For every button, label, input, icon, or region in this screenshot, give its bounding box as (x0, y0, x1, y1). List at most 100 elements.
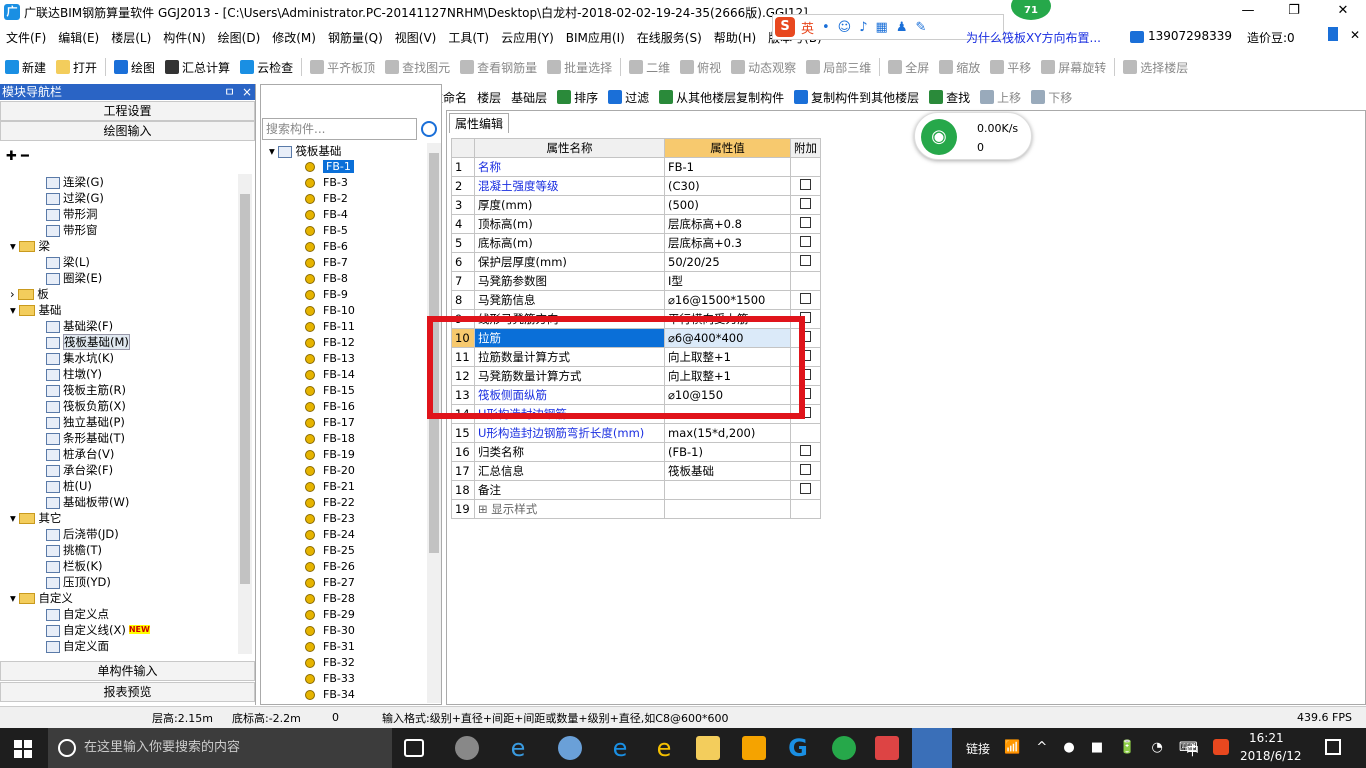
notes-icon[interactable] (742, 736, 766, 760)
component-list-item[interactable]: FB-30 (261, 623, 429, 639)
toolbar-button-8[interactable]: 批量选择 (542, 56, 617, 78)
fan-app-icon[interactable] (455, 736, 479, 760)
property-value[interactable]: (C30) (664, 176, 791, 196)
component-list-item[interactable]: FB-24 (261, 527, 429, 543)
chevron-down-icon[interactable]: ▾ (10, 591, 19, 605)
add-checkbox[interactable] (800, 464, 811, 475)
property-name[interactable]: 厚度(mm) (474, 195, 665, 215)
tree-item[interactable]: 挑檐(T) (0, 542, 238, 558)
tree-item[interactable]: 栏板(K) (0, 558, 238, 574)
chevron-down-icon[interactable]: ▾ (10, 303, 19, 317)
property-name[interactable]: 马凳筋信息 (474, 290, 665, 310)
panel-close-icon[interactable]: × (242, 84, 252, 100)
expand-collapse-tools[interactable]: ✚ ━ (0, 141, 255, 171)
property-name[interactable]: 备注 (474, 480, 665, 500)
menu-item-8[interactable]: 工具(T) (442, 29, 495, 46)
property-row[interactable]: 18 备注 (451, 480, 821, 500)
menu-item-1[interactable]: 编辑(E) (52, 29, 105, 46)
ime-mode[interactable]: 英 (801, 18, 814, 37)
menu-extra-icon[interactable] (1328, 27, 1338, 41)
component-toolbar-button-9[interactable]: 复制构件到其他楼层 (789, 86, 924, 108)
property-row[interactable]: 8 马凳筋信息 ⌀16@1500*1500 (451, 290, 821, 310)
component-list-item[interactable]: FB-8 (261, 271, 429, 287)
search-icon[interactable] (421, 121, 437, 137)
tree-item[interactable]: 连梁(G) (0, 174, 238, 190)
tree-item[interactable]: ▾ 梁 (0, 238, 238, 254)
menu-item-9[interactable]: 云应用(Y) (495, 29, 560, 46)
tree-item[interactable]: 带形窗 (0, 222, 238, 238)
add-checkbox[interactable] (800, 483, 811, 494)
toolbar-button-13[interactable]: 全屏 (883, 56, 934, 78)
tree-item[interactable]: 条形基础(T) (0, 430, 238, 446)
component-list-item[interactable]: FB-10 (261, 303, 429, 319)
component-list-item[interactable]: FB-2 (261, 191, 429, 207)
tree-item[interactable]: ▾ 自定义 (0, 590, 238, 606)
toolbar-button-0[interactable]: 新建 (0, 56, 51, 78)
sogou-icon[interactable]: S (775, 17, 795, 37)
property-row[interactable]: 1 名称 FB-1 (451, 157, 821, 177)
property-value[interactable]: FB-1 (664, 157, 791, 177)
property-name[interactable]: 混凝土强度等级 (474, 176, 665, 196)
property-value[interactable]: (FB-1) (664, 442, 791, 462)
taskbar-search[interactable]: 在这里输入你要搜索的内容 (48, 728, 392, 768)
user-phone[interactable]: 13907298339 (1130, 29, 1232, 43)
menu-item-3[interactable]: 构件(N) (157, 29, 211, 46)
component-list-item[interactable]: FB-25 (261, 543, 429, 559)
tree-item[interactable]: 集水坑(K) (0, 350, 238, 366)
menu-item-4[interactable]: 绘图(D) (212, 29, 267, 46)
property-value[interactable]: 层底标高+0.3 (664, 233, 791, 253)
toolbar-button-9[interactable]: 二维 (624, 56, 675, 78)
toolbar-button-10[interactable]: 俯视 (675, 56, 726, 78)
property-row[interactable]: 2 混凝土强度等级 (C30) (451, 176, 821, 196)
toolbar-button-16[interactable]: 屏幕旋转 (1036, 56, 1111, 78)
component-list-item[interactable]: FB-26 (261, 559, 429, 575)
property-name[interactable]: 底标高(m) (474, 233, 665, 253)
toolbar-button-3[interactable]: 汇总计算 (160, 56, 235, 78)
component-list-item[interactable]: FB-4 (261, 207, 429, 223)
component-list-item[interactable]: FB-33 (261, 671, 429, 687)
property-row[interactable]: 19 ⊞ 显示样式 (451, 499, 821, 519)
tree-item[interactable]: 桩承台(V) (0, 446, 238, 462)
tree-item[interactable]: 后浇带(JD) (0, 526, 238, 542)
tree-item[interactable]: 独立基础(P) (0, 414, 238, 430)
add-checkbox[interactable] (800, 445, 811, 456)
network-widget[interactable]: ◉ 0.00K/s 0 (914, 112, 1032, 160)
property-row[interactable]: 3 厚度(mm) (500) (451, 195, 821, 215)
drawing-input-button[interactable]: 绘图输入 (0, 121, 255, 141)
component-list-item[interactable]: FB-19 (261, 447, 429, 463)
left-scrollbar[interactable] (238, 174, 252, 654)
property-name[interactable]: 保护层厚度(mm) (474, 252, 665, 272)
component-toolbar-button-8[interactable]: 从其他楼层复制构件 (654, 86, 789, 108)
list-scrollbar[interactable] (427, 143, 441, 703)
toolbar-button-15[interactable]: 平移 (985, 56, 1036, 78)
tree-item[interactable]: 柱墩(Y) (0, 366, 238, 382)
component-list-item[interactable]: FB-17 (261, 415, 429, 431)
tree-item[interactable]: 自定义点 (0, 606, 238, 622)
menu-close-icon[interactable]: ✕ (1350, 28, 1360, 42)
add-checkbox[interactable] (800, 293, 811, 304)
component-list-item[interactable]: FB-9 (261, 287, 429, 303)
expand-icon[interactable]: ⊞ (478, 502, 491, 516)
add-checkbox[interactable] (800, 217, 811, 228)
property-value[interactable]: max(15*d,200) (664, 423, 791, 443)
tree-item[interactable]: 筏板负筋(X) (0, 398, 238, 414)
property-row[interactable]: 16 归类名称 (FB-1) (451, 442, 821, 462)
component-list-item[interactable]: FB-12 (261, 335, 429, 351)
component-list-item[interactable]: FB-7 (261, 255, 429, 271)
image-app-icon[interactable] (875, 736, 899, 760)
folder-icon[interactable] (696, 736, 720, 760)
property-row[interactable]: 17 汇总信息 筏板基础 (451, 461, 821, 481)
project-settings-button[interactable]: 工程设置 (0, 101, 255, 121)
property-row[interactable]: 5 底标高(m) 层底标高+0.3 (451, 233, 821, 253)
toolbar-button-2[interactable]: 绘图 (109, 56, 160, 78)
chevron-down-icon[interactable]: ▾ (10, 239, 19, 253)
pin-icon[interactable]: ㅁ (224, 84, 235, 100)
tree-item[interactable]: 桩(U) (0, 478, 238, 494)
property-name[interactable]: ⊞ 显示样式 (474, 499, 665, 519)
tree-item[interactable]: 圈梁(E) (0, 270, 238, 286)
tree-item[interactable]: 筏板主筋(R) (0, 382, 238, 398)
tab-property-edit[interactable]: 属性编辑 (449, 113, 509, 133)
property-value[interactable]: (500) (664, 195, 791, 215)
browser-icon[interactable] (558, 736, 582, 760)
tree-item[interactable]: 自定义线(X) NEW (0, 622, 238, 638)
